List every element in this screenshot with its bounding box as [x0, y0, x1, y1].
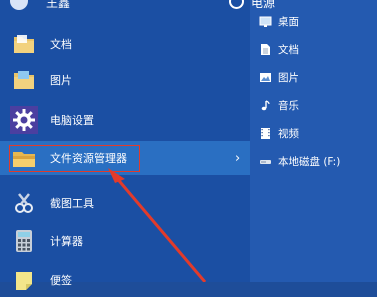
annotation-arrow	[108, 168, 207, 282]
